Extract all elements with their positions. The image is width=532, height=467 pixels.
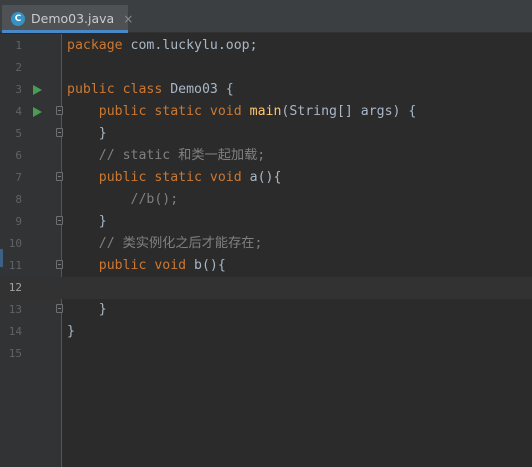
code-text: public static void main(String[] args) { <box>67 101 417 123</box>
line-number: 11 <box>8 259 22 272</box>
code-text: } <box>67 299 107 321</box>
keyword-token: public void <box>98 258 195 273</box>
line-number: 5 <box>15 127 22 140</box>
code-text: } <box>67 321 75 343</box>
line-number: 14 <box>8 325 22 338</box>
code-text: package com.luckylu.oop; <box>67 35 258 57</box>
line-number: 3 <box>15 83 22 96</box>
editor-tab-bar: C Demo03.java × <box>0 0 532 33</box>
line-number: 7 <box>15 171 22 184</box>
tab-label: Demo03.java <box>31 11 115 26</box>
fold-marker-icon[interactable] <box>56 106 63 115</box>
code-line[interactable]: 5 } <box>0 123 532 145</box>
keyword-token: public static void <box>98 170 250 185</box>
code-text: } <box>67 123 107 145</box>
run-gutter-icon[interactable] <box>33 85 42 95</box>
keyword-token: public class <box>67 82 171 97</box>
code-line[interactable]: 9 } <box>0 211 532 233</box>
code-text: // 类实例化之后才能存在; <box>67 233 263 255</box>
method-name-token: main <box>249 104 282 119</box>
code-line[interactable]: 10 // 类实例化之后才能存在; <box>0 233 532 255</box>
code-line[interactable]: 12 <box>0 277 532 299</box>
code-token: Demo03 { <box>170 82 234 97</box>
tab-demo03-java[interactable]: C Demo03.java × <box>2 5 133 32</box>
line-number: 15 <box>8 347 22 360</box>
fold-marker-icon[interactable] <box>56 260 63 269</box>
code-line[interactable]: 15 <box>0 343 532 365</box>
code-line[interactable]: 14} <box>0 321 532 343</box>
code-line[interactable]: 8 //b(); <box>0 189 532 211</box>
java-class-icon: C <box>11 11 25 26</box>
java-class-icon-letter: C <box>14 13 22 24</box>
code-token: (String[] args) { <box>281 104 417 119</box>
code-text: public static void a(){ <box>67 167 282 189</box>
code-token: } <box>67 324 75 339</box>
close-tab-icon[interactable]: × <box>123 12 133 26</box>
fold-marker-icon[interactable] <box>56 172 63 181</box>
code-token: } <box>67 214 107 229</box>
code-text: // static 和类一起加载; <box>67 145 265 167</box>
code-editor[interactable]: 1 package com.luckylu.oop; 2 3 public class … <box>0 34 532 467</box>
code-line[interactable]: 1 package com.luckylu.oop; <box>0 35 532 57</box>
keyword-token: public static void <box>98 104 250 119</box>
code-line[interactable]: 6 // static 和类一起加载; <box>0 145 532 167</box>
code-line[interactable]: 13 } <box>0 299 532 321</box>
code-text: public void b(){ <box>67 255 226 277</box>
fold-marker-icon[interactable] <box>56 128 63 137</box>
code-text: //b(); <box>67 189 179 211</box>
comment-token: // static 和类一起加载; <box>98 148 266 163</box>
keyword-token: package <box>67 38 131 53</box>
code-line[interactable]: 11 public void b(){ <box>0 255 532 277</box>
fold-marker-icon[interactable] <box>56 216 63 225</box>
code-line[interactable]: 3 public class Demo03 { <box>0 79 532 101</box>
code-line[interactable]: 7 public static void a(){ <box>0 167 532 189</box>
line-number: 6 <box>15 149 22 162</box>
comment-token: // 类实例化之后才能存在; <box>98 236 263 251</box>
line-number: 4 <box>15 105 22 118</box>
line-number: 12 <box>8 281 22 294</box>
code-token: } <box>67 126 107 141</box>
code-token: a(){ <box>249 170 282 185</box>
comment-token: //b(); <box>130 192 179 207</box>
code-token: b(){ <box>194 258 226 273</box>
code-line[interactable]: 4 public static void main(String[] args)… <box>0 101 532 123</box>
line-number: 8 <box>15 193 22 206</box>
code-token: com.luckylu.oop; <box>130 38 258 53</box>
line-number: 2 <box>15 61 22 74</box>
run-gutter-icon[interactable] <box>33 107 42 117</box>
code-text: } <box>67 211 107 233</box>
active-tab-indicator <box>2 30 128 33</box>
code-line[interactable]: 2 <box>0 57 532 79</box>
line-number: 1 <box>15 39 22 52</box>
line-number: 10 <box>8 237 22 250</box>
code-text: public class Demo03 { <box>67 79 234 101</box>
line-number: 9 <box>15 215 22 228</box>
fold-marker-icon[interactable] <box>56 304 63 313</box>
line-number: 13 <box>8 303 22 316</box>
code-token: } <box>67 302 107 317</box>
